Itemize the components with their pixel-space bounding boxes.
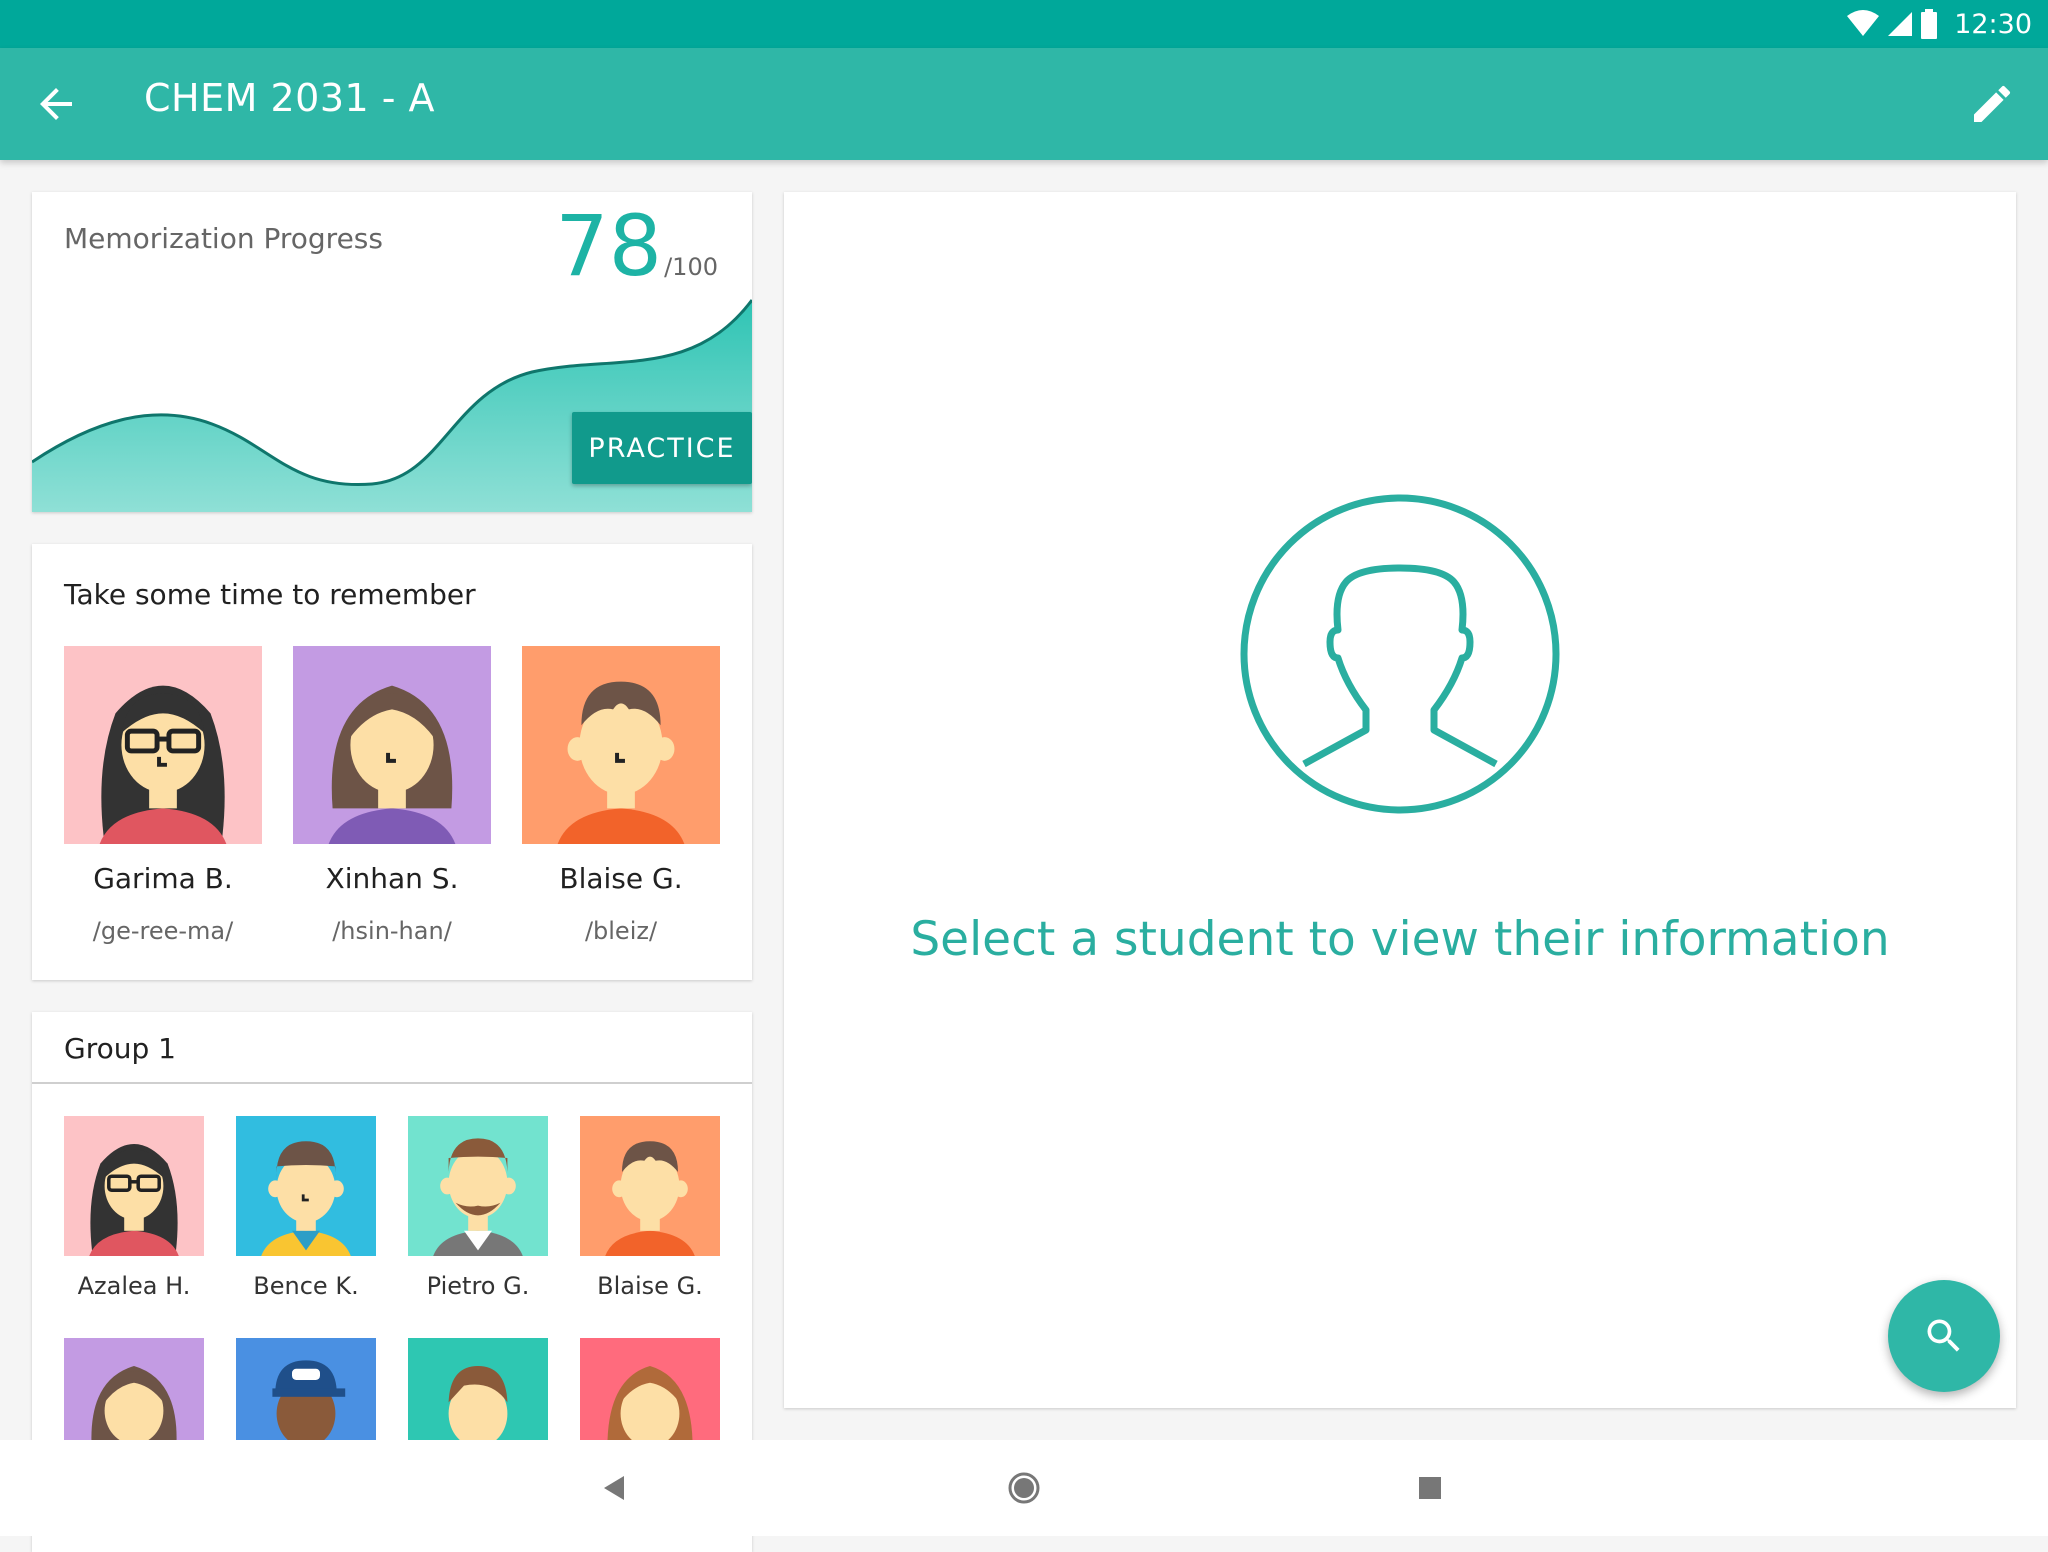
status-bar: 12:30 bbox=[0, 0, 2048, 48]
progress-score: 78 /100 bbox=[555, 197, 718, 295]
system-nav-bar bbox=[0, 1440, 2048, 1536]
progress-label: Memorization Progress bbox=[64, 222, 383, 255]
pencil-icon[interactable] bbox=[1968, 80, 2016, 128]
empty-state-message: Select a student to view their informati… bbox=[910, 912, 1890, 967]
student-card-garima[interactable]: Garima B. /ge-ree-ma/ bbox=[64, 646, 262, 945]
student-card-xinhan[interactable]: Xinhan S. /hsin-han/ bbox=[293, 646, 491, 945]
avatar bbox=[236, 1116, 376, 1256]
nav-recents-icon[interactable] bbox=[1410, 1468, 1450, 1508]
progress-max: /100 bbox=[664, 253, 718, 281]
remember-card: Take some time to remember Garima B. /ge… bbox=[32, 544, 752, 980]
student-detail-pane: Select a student to view their informati… bbox=[784, 192, 2016, 1408]
student-name: Blaise G. bbox=[559, 862, 683, 895]
avatar bbox=[408, 1116, 548, 1256]
remember-title: Take some time to remember bbox=[64, 578, 476, 611]
wifi-icon bbox=[1847, 10, 1880, 36]
student-name: Xinhan S. bbox=[325, 862, 459, 895]
nav-back-icon[interactable] bbox=[594, 1468, 634, 1508]
student-name: Pietro G. bbox=[426, 1272, 530, 1300]
student-pronunciation: /ge-ree-ma/ bbox=[92, 917, 234, 945]
progress-value: 78 bbox=[555, 197, 663, 295]
person-icon bbox=[1240, 494, 1560, 814]
page-title: CHEM 2031 - A bbox=[144, 76, 436, 120]
group-student-pietro[interactable]: Pietro G. bbox=[408, 1116, 548, 1300]
student-name: Bence K. bbox=[253, 1272, 359, 1300]
group-title: Group 1 bbox=[64, 1032, 176, 1065]
signal-icon bbox=[1888, 12, 1913, 36]
group-student-bence[interactable]: Bence K. bbox=[236, 1116, 376, 1300]
avatar bbox=[64, 646, 262, 844]
group-divider bbox=[32, 1082, 752, 1084]
student-pronunciation: /hsin-han/ bbox=[332, 917, 452, 945]
nav-home-icon[interactable] bbox=[1004, 1468, 1044, 1508]
student-name: Azalea H. bbox=[77, 1272, 191, 1300]
student-pronunciation: /bleiz/ bbox=[584, 917, 658, 945]
group-student-azalea[interactable]: Azalea H. bbox=[64, 1116, 204, 1300]
student-card-blaise[interactable]: Blaise G. /bleiz/ bbox=[522, 646, 720, 945]
progress-card: Memorization Progress 78 /100 PRACTICE bbox=[32, 192, 752, 512]
avatar bbox=[64, 1116, 204, 1256]
search-icon bbox=[1927, 1319, 1960, 1352]
group-student-blaise[interactable]: Blaise G. bbox=[580, 1116, 720, 1300]
student-name: Blaise G. bbox=[597, 1272, 703, 1300]
avatar bbox=[293, 646, 491, 844]
arrow-back-icon[interactable] bbox=[32, 80, 80, 128]
practice-button[interactable]: PRACTICE bbox=[572, 412, 752, 484]
avatar bbox=[522, 646, 720, 844]
status-time: 12:30 bbox=[1954, 8, 2032, 40]
app-bar: CHEM 2031 - A bbox=[0, 48, 2048, 160]
student-name: Garima B. bbox=[93, 862, 233, 895]
battery-icon bbox=[1921, 9, 1938, 39]
search-fab-button[interactable] bbox=[1888, 1280, 2000, 1392]
avatar bbox=[580, 1116, 720, 1256]
